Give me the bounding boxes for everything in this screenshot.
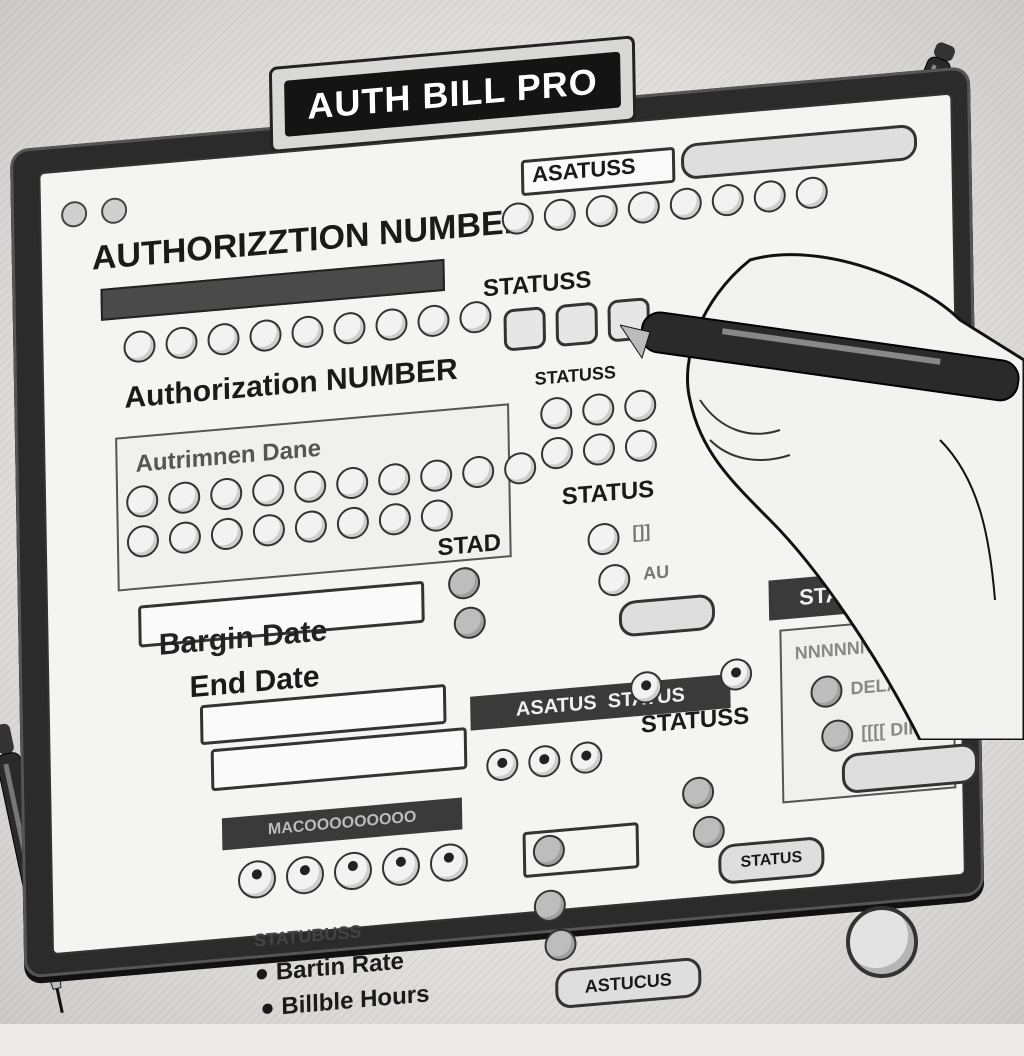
option-dot[interactable] (123, 329, 156, 364)
option-dot[interactable] (681, 775, 715, 811)
home-button[interactable] (846, 906, 918, 978)
option-dot[interactable] (669, 186, 703, 222)
option-dot[interactable] (417, 303, 450, 339)
option-dot[interactable] (501, 201, 535, 236)
dot-row (237, 841, 469, 901)
option-dot[interactable] (528, 743, 561, 779)
option-dot[interactable] (333, 310, 366, 346)
option-dot[interactable] (210, 516, 244, 552)
option-dot[interactable] (252, 512, 286, 548)
option-dot[interactable] (168, 520, 202, 555)
option-dot[interactable] (378, 501, 412, 537)
option-dot[interactable] (582, 432, 616, 467)
option-dot[interactable] (486, 747, 519, 783)
option-dot[interactable] (209, 476, 243, 512)
option-dot[interactable] (503, 450, 537, 486)
option-dot[interactable] (692, 814, 726, 850)
status-label: STATUSS (482, 266, 592, 303)
option-dot[interactable] (249, 318, 282, 353)
option-dot[interactable] (237, 858, 277, 901)
option-dot[interactable] (711, 182, 745, 218)
option-dot[interactable] (285, 854, 325, 896)
option-dot[interactable] (167, 480, 201, 516)
bullet-icon: ● (260, 993, 275, 1023)
option-dot[interactable] (753, 179, 787, 214)
option-dot[interactable] (461, 454, 495, 490)
option-dot[interactable] (293, 469, 327, 505)
top-toggle[interactable] (680, 123, 918, 181)
bullet-icon: ● (254, 959, 270, 988)
option-dot[interactable] (447, 565, 481, 601)
option-dot[interactable] (333, 850, 373, 892)
option-dot[interactable] (207, 321, 240, 357)
option-dot[interactable] (459, 299, 492, 335)
square-option[interactable] (555, 301, 599, 348)
hand-with-pen-icon (620, 253, 1024, 740)
option-dot[interactable] (539, 395, 573, 431)
input-field[interactable] (522, 822, 640, 879)
option-dot[interactable] (627, 190, 661, 225)
option-dot[interactable] (419, 458, 453, 494)
option-dot[interactable] (294, 509, 328, 544)
option-dot[interactable] (335, 465, 369, 501)
window-button[interactable] (60, 200, 88, 229)
option-dot[interactable] (581, 392, 615, 427)
square-option[interactable] (503, 306, 547, 352)
option-dot[interactable] (587, 521, 620, 557)
option-dot[interactable] (336, 505, 370, 541)
option-dot[interactable] (125, 483, 159, 519)
status-label: STATUSS (534, 361, 617, 390)
window-button[interactable] (100, 196, 128, 225)
option-dot[interactable] (540, 435, 574, 471)
auth-number-label: Authorization NUMBER (124, 352, 458, 415)
option-dot[interactable] (291, 314, 324, 350)
option-dot[interactable] (381, 846, 421, 888)
section-header-label: ASATUS (515, 691, 597, 721)
app-title: AUTH BILL PRO (284, 51, 622, 137)
option-dot[interactable] (429, 841, 469, 884)
status-chip[interactable]: ASATUSS (520, 146, 676, 197)
option-dot[interactable] (585, 193, 619, 229)
option-dot[interactable] (126, 523, 160, 559)
option-dot[interactable] (420, 498, 454, 533)
option-dot[interactable] (543, 197, 577, 233)
status-label: STAD (437, 529, 502, 562)
option-dot[interactable] (453, 605, 487, 641)
option-dot[interactable] (165, 325, 198, 361)
option-dot[interactable] (375, 307, 408, 342)
section-header: MACOOOOOOOOO (221, 797, 463, 851)
dot-row (486, 740, 603, 783)
option-dot[interactable] (570, 740, 603, 775)
status-button[interactable]: STATUS (718, 835, 825, 886)
field-title: AUTHORIZZTION NUMBER (91, 201, 529, 278)
option-dot[interactable] (377, 461, 411, 497)
option-dot[interactable] (251, 472, 285, 508)
option-dot[interactable] (795, 175, 829, 211)
